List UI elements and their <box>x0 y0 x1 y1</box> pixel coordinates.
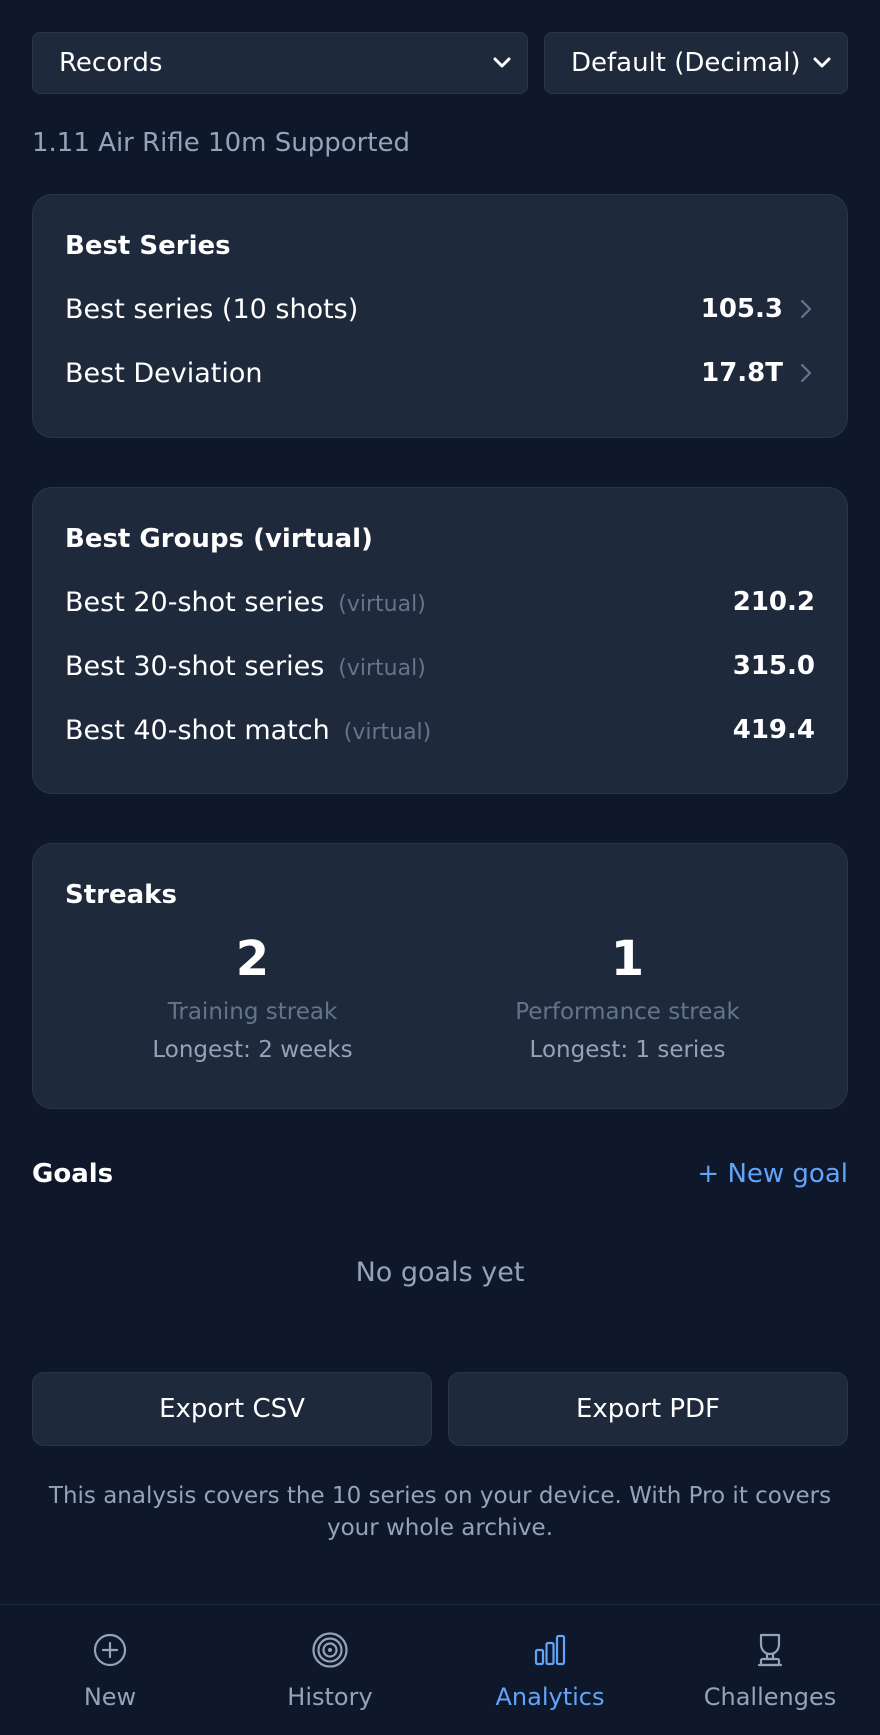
streak-label: Performance streak <box>515 999 740 1025</box>
best-40-shot-row: Best 40-shot match (virtual) 419.4 <box>65 698 815 762</box>
streaks-card: Streaks 2 Training streak Longest: 2 wee… <box>32 843 848 1109</box>
export-csv-button[interactable]: Export CSV <box>32 1372 432 1446</box>
performance-streak: 1 Performance streak Longest: 1 series <box>440 928 815 1066</box>
row-value: 419.4 <box>732 715 815 745</box>
chevron-down-icon <box>491 52 513 74</box>
plus-circle-icon <box>91 1631 129 1669</box>
target-icon <box>311 1631 349 1669</box>
metric-select-value: Records <box>59 48 163 78</box>
tab-challenges[interactable]: Challenges <box>660 1605 880 1735</box>
best-30-shot-row: Best 30-shot series (virtual) 315.0 <box>65 634 815 698</box>
best-20-shot-row: Best 20-shot series (virtual) 210.2 <box>65 570 815 634</box>
best-series-row[interactable]: Best series (10 shots) 105.3 <box>65 277 815 341</box>
best-series-title: Best Series <box>65 231 231 261</box>
best-groups-title: Best Groups (virtual) <box>65 524 373 554</box>
tab-label: History <box>287 1683 373 1711</box>
best-series-card: Best Series Best series (10 shots) 105.3… <box>32 194 848 438</box>
row-value: 315.0 <box>732 651 815 681</box>
virtual-tag: (virtual) <box>343 719 432 745</box>
scoring-select-value: Default (Decimal) <box>571 48 801 78</box>
scoring-select[interactable]: Default (Decimal) <box>544 32 848 94</box>
virtual-tag: (virtual) <box>338 591 426 617</box>
chevron-right-icon <box>797 298 815 320</box>
best-deviation-row[interactable]: Best Deviation 17.8T <box>65 341 815 405</box>
streak-label: Training streak <box>167 999 338 1025</box>
tab-analytics[interactable]: Analytics <box>440 1605 660 1735</box>
tab-label: New <box>83 1683 137 1711</box>
goals-header: Goals + New goal <box>32 1153 848 1195</box>
chevron-down-icon <box>811 52 833 74</box>
row-value: 105.3 <box>700 294 783 324</box>
row-label: Best 20-shot series <box>65 586 325 618</box>
goals-title: Goals <box>32 1159 114 1189</box>
analytics-page: Records Default (Decimal) 1.11 Air Rifle… <box>32 32 848 1544</box>
row-value: 210.2 <box>732 587 815 617</box>
tab-label: Challenges <box>703 1683 837 1711</box>
streak-value: 1 <box>610 931 645 987</box>
trophy-icon <box>751 1631 789 1669</box>
streak-longest: Longest: 1 series <box>529 1037 726 1063</box>
streaks-title: Streaks <box>65 880 177 910</box>
new-goal-button[interactable]: + New goal <box>697 1159 848 1189</box>
metric-select[interactable]: Records <box>32 32 528 94</box>
goals-empty-state: No goals yet <box>355 1257 525 1288</box>
row-label: Best series (10 shots) <box>65 293 359 325</box>
export-row: Export CSV Export PDF <box>32 1372 848 1446</box>
chevron-right-icon <box>797 362 815 384</box>
virtual-tag: (virtual) <box>338 655 426 681</box>
row-value: 17.8T <box>701 358 783 388</box>
training-streak: 2 Training streak Longest: 2 weeks <box>65 928 440 1066</box>
footnote: This analysis covers the 10 series on yo… <box>48 1483 832 1541</box>
best-groups-card: Best Groups (virtual) Best 20-shot serie… <box>32 487 848 794</box>
selector-row: Records Default (Decimal) <box>32 32 848 94</box>
tab-new[interactable]: New <box>0 1605 220 1735</box>
tab-history[interactable]: History <box>220 1605 440 1735</box>
export-pdf-button[interactable]: Export PDF <box>448 1372 848 1446</box>
bar-chart-icon <box>531 1631 569 1669</box>
bottom-tab-bar: New History Analytics Challenges <box>0 1604 880 1735</box>
row-label: Best 40-shot match <box>65 714 330 746</box>
row-label: Best 30-shot series <box>65 650 325 682</box>
row-label: Best Deviation <box>65 357 263 389</box>
discipline-label: 1.11 Air Rifle 10m Supported <box>32 128 411 158</box>
tab-label: Analytics <box>495 1683 605 1711</box>
streak-value: 2 <box>235 931 270 987</box>
streak-longest: Longest: 2 weeks <box>152 1037 353 1063</box>
